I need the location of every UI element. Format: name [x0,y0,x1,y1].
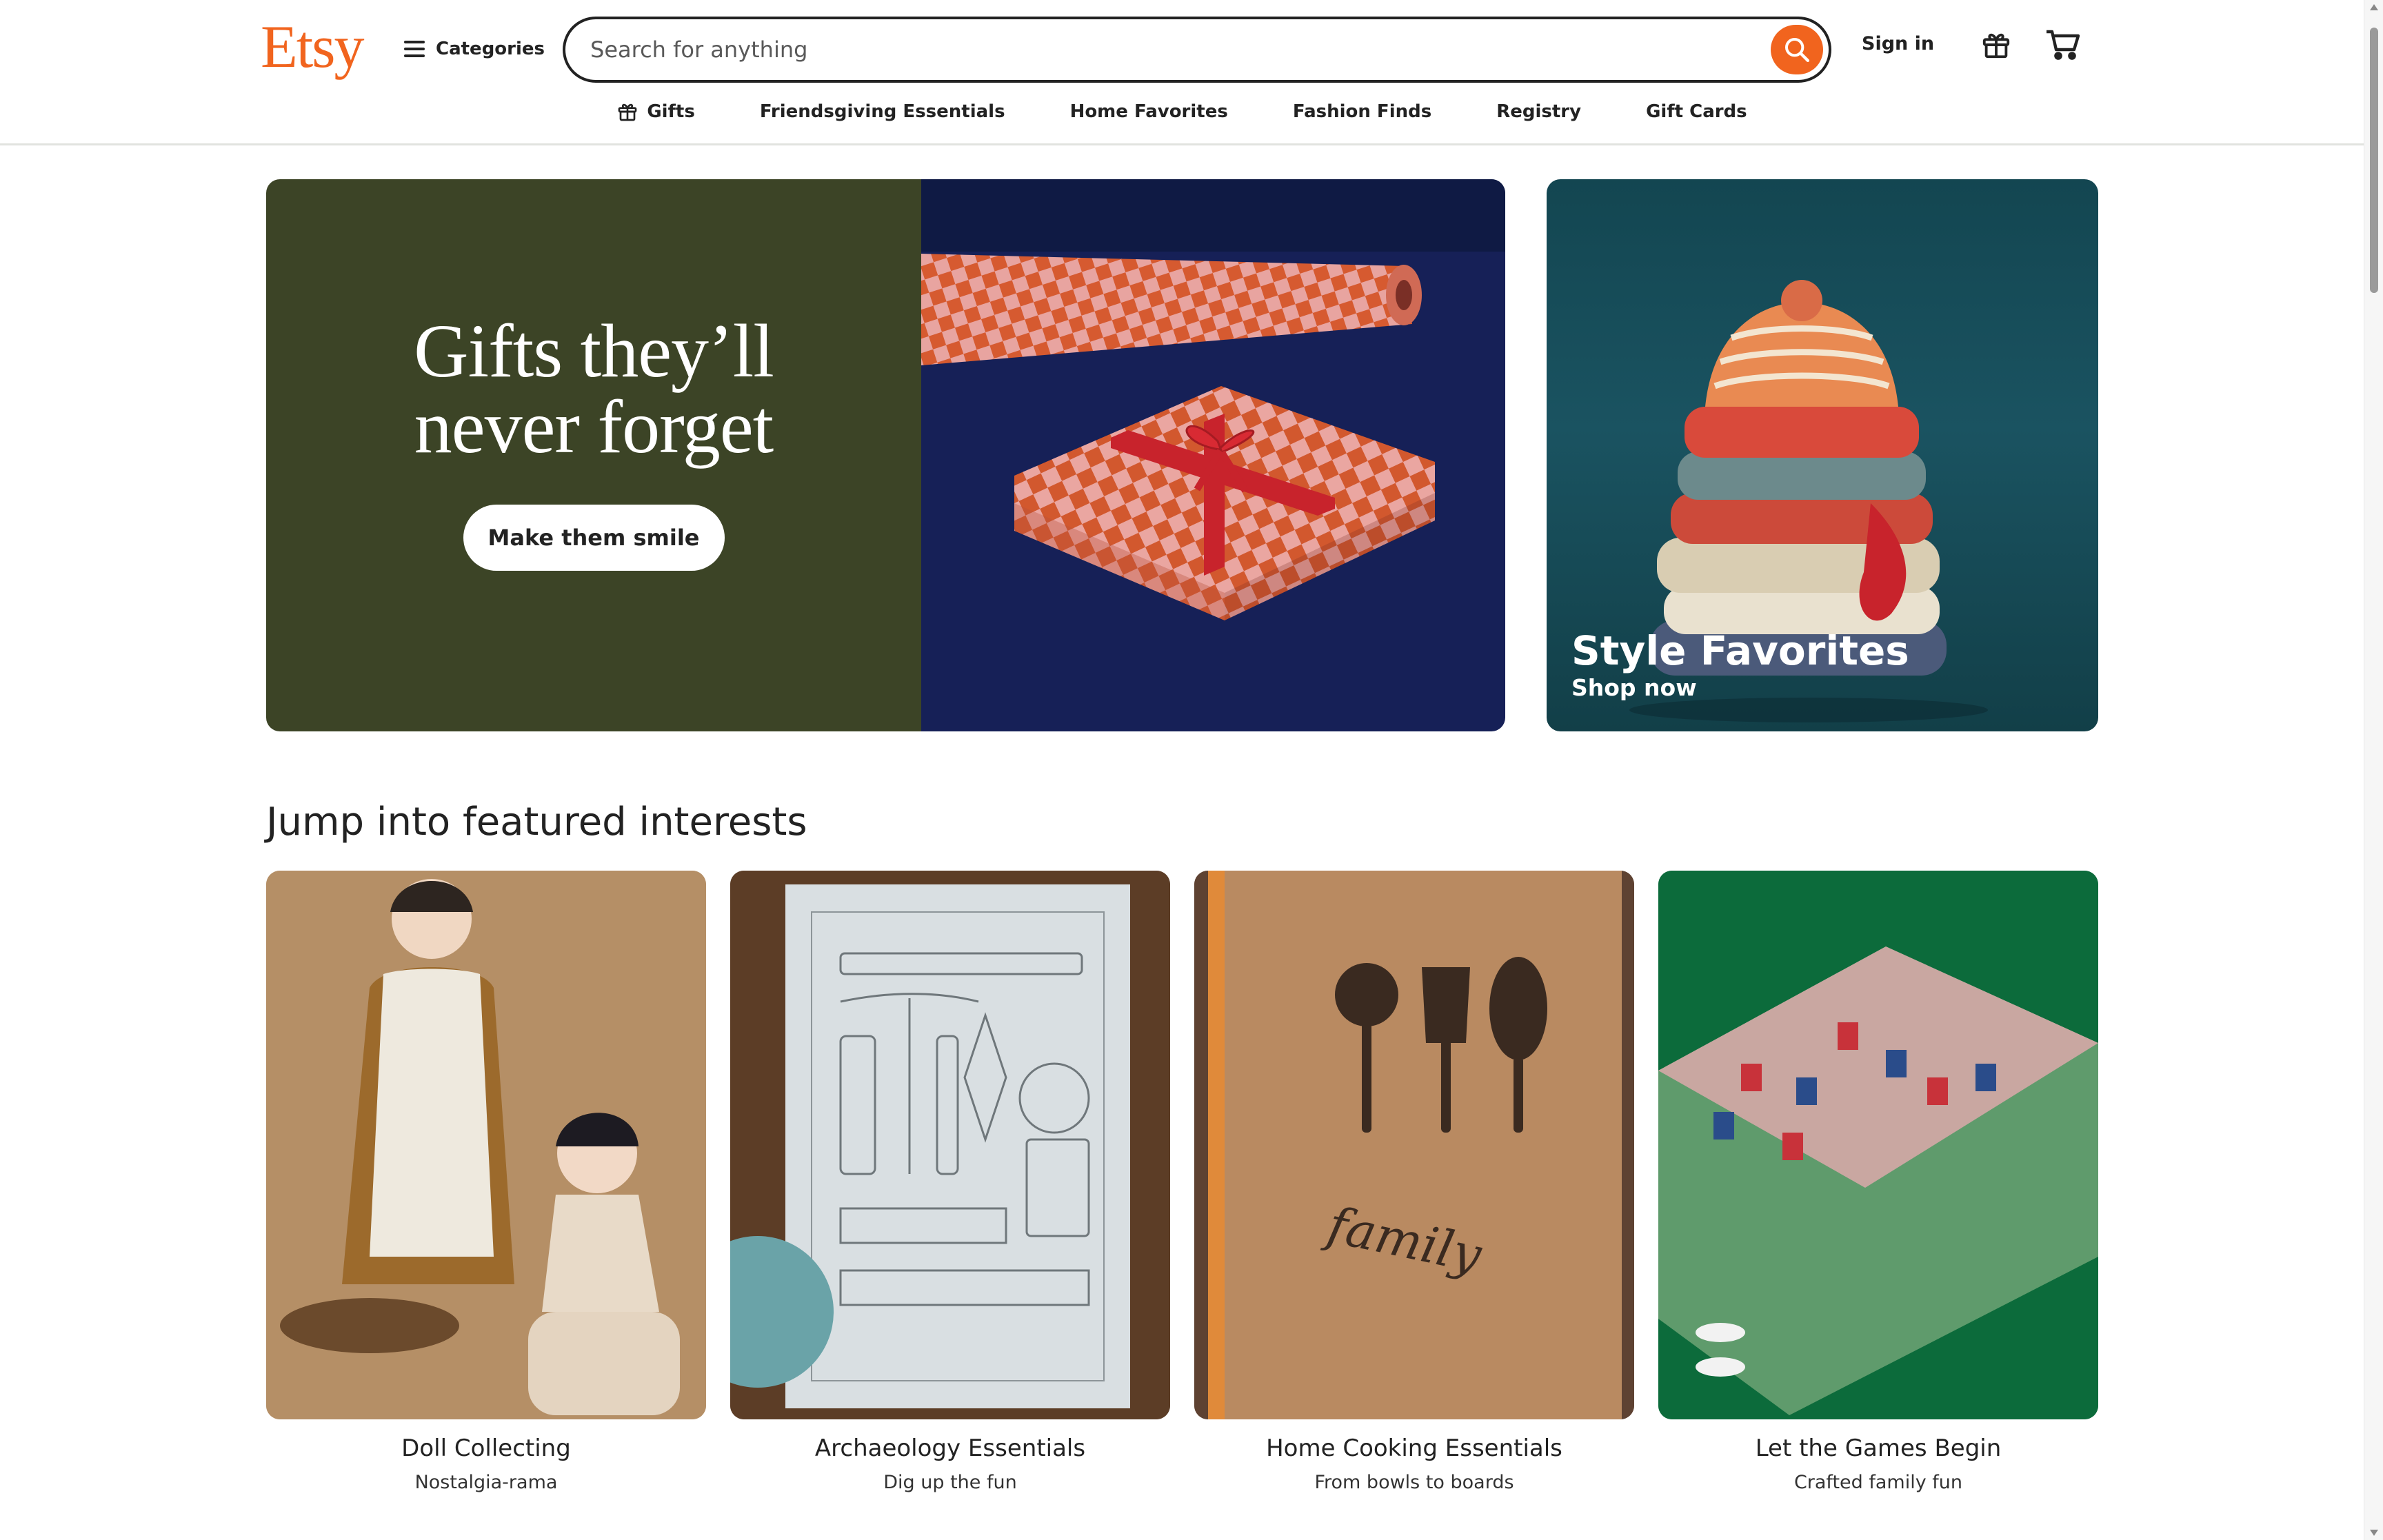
style-favorites-promo[interactable]: Style Favorites Shop now [1547,179,2098,731]
scrollbar-thumb[interactable] [2370,28,2378,293]
featured-interests-heading: Jump into featured interests [266,800,807,844]
nav-registry[interactable]: Registry [1464,98,1613,125]
hero-image [921,179,1505,731]
nav-friendsgiving-essentials[interactable]: Friendsgiving Essentials [727,98,1038,125]
card-subtitle: Dig up the fun [883,1472,1017,1493]
hero-banner[interactable]: Gifts they’ll never forget Make them smi… [266,179,1505,731]
home-cooking-essentials-image: family [1194,871,1634,1419]
etsy-logo[interactable]: Etsy [261,10,364,85]
hero-text-panel: Gifts they’ll never forget Make them smi… [266,179,921,731]
nav-gifts[interactable]: Gifts [584,98,727,125]
categories-button[interactable]: Categories [404,28,545,70]
gift-icon [619,103,637,121]
gift-icon[interactable] [1980,29,2012,63]
hero-title-line: Gifts they’ll [414,308,774,393]
nav-fashion-finds[interactable]: Fashion Finds [1260,98,1464,125]
promo-title: Style Favorites [1571,627,1909,674]
let-the-games-begin-image [1658,871,2098,1419]
category-nav: Gifts Friendsgiving Essentials Home Favo… [0,98,2364,125]
card-subtitle: From bowls to boards [1314,1472,1514,1493]
search-bar [563,17,1831,83]
interest-card-archaeology-essentials[interactable]: Archaeology Essentials Dig up the fun [730,871,1170,1493]
make-them-smile-button[interactable]: Make them smile [463,504,725,571]
nav-label: Gifts [647,101,695,122]
search-button[interactable] [1771,25,1823,74]
scroll-up-arrow[interactable] [2370,4,2378,10]
interest-card-doll-collecting[interactable]: Doll Collecting Nostalgia-rama [266,871,706,1493]
cart-icon[interactable] [2045,28,2081,63]
card-title: Doll Collecting [401,1435,571,1462]
doll-collecting-image [266,871,706,1419]
card-title: Archaeology Essentials [814,1435,1086,1462]
shop-now-link[interactable]: Shop now [1571,674,1697,701]
nav-home-favorites[interactable]: Home Favorites [1038,98,1260,125]
card-title: Let the Games Begin [1755,1435,2002,1462]
archaeology-essentials-image [730,871,1170,1419]
hero-title-line: never forget [414,384,774,469]
card-title: Home Cooking Essentials [1266,1435,1562,1462]
search-input[interactable] [590,37,1721,63]
gift-wrap-illustration [921,179,1505,620]
card-subtitle: Nostalgia-rama [414,1472,558,1493]
interest-card-home-cooking-essentials[interactable]: family Home Cooking Essentials From bowl… [1194,871,1634,1493]
sign-in-link[interactable]: Sign in [1862,33,1934,54]
search-icon [1785,38,1809,63]
page-scrollbar[interactable] [2364,0,2383,1540]
interest-card-let-the-games-begin[interactable]: Let the Games Begin Crafted family fun [1658,871,2098,1493]
categories-label: Categories [436,39,545,59]
scroll-down-arrow[interactable] [2370,1530,2378,1536]
site-header: Etsy Categories Sign in [0,0,2364,145]
nav-gift-cards[interactable]: Gift Cards [1613,98,1780,125]
hero-title: Gifts they’ll never forget [414,313,774,465]
card-subtitle: Crafted family fun [1793,1472,1963,1493]
menu-icon [404,41,425,57]
